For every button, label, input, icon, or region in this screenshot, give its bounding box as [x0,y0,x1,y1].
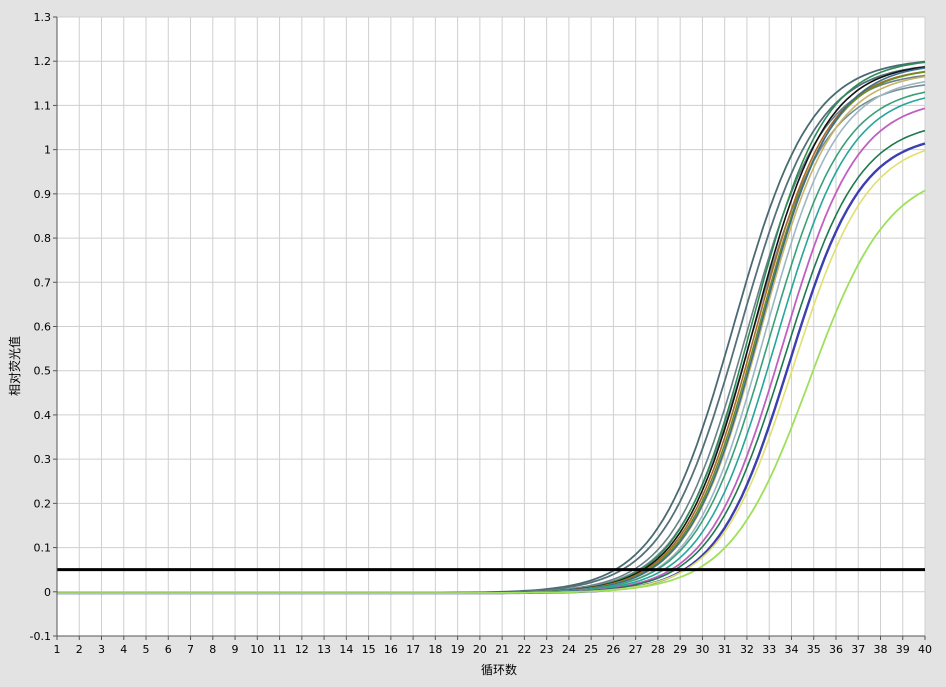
chart-root: 1 2 3 4 5 6 7 8 9 10 11 12 13 14 15 16 17 18 19 20 21 22 23 24 2… [0,0,946,683]
x-tick-label: 13 [317,643,331,656]
x-tick-label: 12 [295,643,309,656]
x-tick-label: 15 [362,643,376,656]
x-tick-label: 11 [273,643,287,656]
x-tick-label: 24 [562,643,576,656]
x-tick-label: 40 [918,643,932,656]
x-tick-label: 28 [651,643,665,656]
y-tick-label: 0.5 [34,365,52,378]
y-tick-label: 0.3 [34,453,52,466]
x-tick-label: 20 [473,643,487,656]
y-tick-label: -0.1 [30,630,51,643]
x-tick-label: 9 [232,643,239,656]
x-tick-label: 32 [740,643,754,656]
x-tick-label: 23 [540,643,554,656]
x-tick-label: 26 [606,643,620,656]
x-tick-label: 35 [807,643,821,656]
x-tick-label: 14 [339,643,353,656]
y-tick-label: 0 [44,586,51,599]
y-axis-title: 相对荧光值 [7,336,22,396]
x-tick-label: 29 [673,643,687,656]
x-tick-label: 21 [495,643,509,656]
y-tick-label: 1.3 [34,11,52,24]
x-tick-label: 17 [406,643,420,656]
x-tick-label: 37 [851,643,865,656]
x-tick-label: 25 [584,643,598,656]
y-tick-label: 0.8 [34,232,52,245]
y-tick-label: 0.9 [34,188,52,201]
x-tick-label: 18 [428,643,442,656]
x-tick-label: 2 [76,643,83,656]
y-tick-label: 1.2 [34,55,52,68]
x-tick-label: 38 [873,643,887,656]
x-tick-label: 4 [120,643,127,656]
x-tick-label: 5 [143,643,150,656]
x-tick-label: 30 [695,643,709,656]
y-tick-label: 0.4 [34,409,52,422]
x-tick-label: 33 [762,643,776,656]
x-tick-label: 31 [718,643,732,656]
x-tick-label: 22 [517,643,531,656]
y-tick-label: 0.7 [34,276,52,289]
x-tick-label: 1 [54,643,61,656]
y-tick-label: 0.2 [34,497,52,510]
x-tick-label: 36 [829,643,843,656]
y-tick-label: 1.1 [34,99,52,112]
amplification-chart: 1 2 3 4 5 6 7 8 9 10 11 12 13 14 15 16 17 18 19 20 21 22 23 24 2… [7,11,932,677]
x-tick-label: 7 [187,643,194,656]
x-tick-label: 10 [250,643,264,656]
y-tick-label: 1 [44,144,51,157]
x-tick-label: 16 [384,643,398,656]
x-tick-label: 39 [896,643,910,656]
y-tick-label: 0.1 [34,542,52,555]
x-tick-label: 3 [98,643,105,656]
x-tick-label: 34 [784,643,798,656]
y-tick-label: 0.6 [34,321,52,334]
x-tick-label: 6 [165,643,172,656]
x-tick-label: 27 [629,643,643,656]
x-axis-title: 循环数 [481,662,517,677]
x-tick-label: 19 [451,643,465,656]
x-tick-label: 8 [209,643,216,656]
